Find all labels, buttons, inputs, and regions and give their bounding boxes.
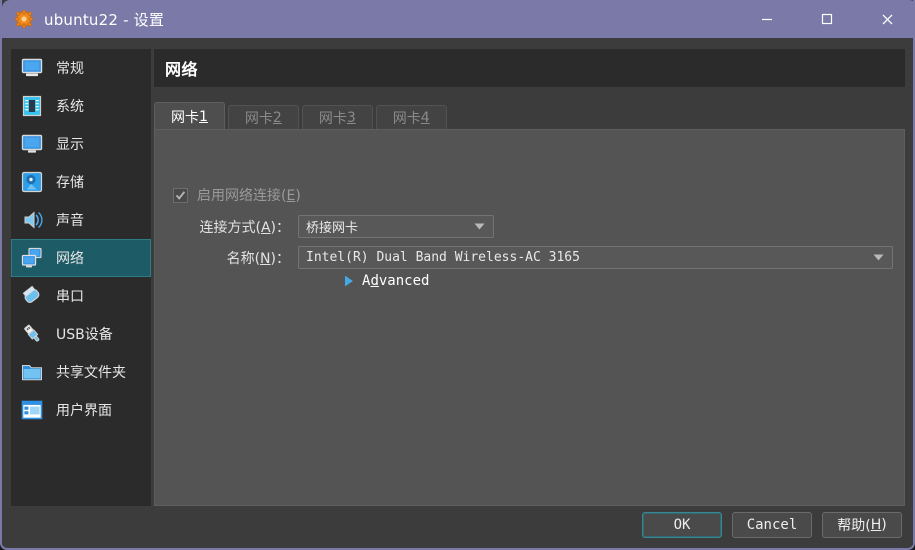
sidebar-item-label: 网络 [56, 251, 84, 267]
window-title: ubuntu22 - 设置 [44, 10, 165, 29]
attached-to-combobox[interactable]: 桥接网卡 [298, 215, 494, 238]
sidebar-item-label: 系统 [56, 99, 84, 115]
enable-network-checkbox[interactable] [173, 187, 188, 203]
sidebar-item-label: 常规 [56, 61, 84, 77]
tab-adapter-2[interactable]: 网卡 2 [227, 105, 299, 130]
sidebar-item-serialports[interactable]: 串口 [11, 277, 151, 315]
maximize-button[interactable] [797, 0, 857, 38]
sidebar-item-label: 显示 [56, 137, 84, 153]
attached-to-value: 桥接网卡 [306, 221, 359, 236]
page-header: 网络 [154, 49, 905, 87]
harddisk-icon [19, 169, 45, 195]
advanced-label: Advanced [362, 273, 430, 289]
tab-adapter-4[interactable]: 网卡 4 [375, 105, 447, 130]
chevron-down-icon [474, 216, 485, 237]
dialog-body: 常规 系统 显示 存储 声音 网络 串口 USB设备 共享文件夹 用户界面 网络… [2, 38, 913, 546]
sidebar-item-usb[interactable]: USB设备 [11, 315, 151, 353]
enable-network-mnemonic: E [286, 188, 296, 204]
help-button[interactable]: 帮助(H) [822, 512, 902, 538]
settings-window: ubuntu22 - 设置 常规 系统 显示 存储 声音 网络 串口 USB设备… [0, 0, 915, 550]
attached-to-row: 连接方式(A)： 桥接网卡 [155, 215, 906, 238]
monitor-icon [19, 55, 45, 81]
sidebar-item-userinterface[interactable]: 用户界面 [11, 391, 151, 429]
minimize-button[interactable] [737, 0, 797, 38]
advanced-mnemonic: d [370, 273, 379, 289]
sidebar-item-general[interactable]: 常规 [11, 49, 151, 87]
tab-label: 网卡 [318, 111, 347, 127]
network-icon [19, 245, 45, 271]
adapter-form: 连接方式(A)： 桥接网卡 名称(N)： Intel(R) Dual Band … [155, 215, 906, 277]
sidebar-item-storage[interactable]: 存储 [11, 163, 151, 201]
tab-mnemonic: 3 [346, 110, 356, 126]
adapter-tabstrip: 网卡 1 网卡 2 网卡 3 网卡 4 [154, 102, 450, 130]
dialog-footer: OK Cancel 帮助(H) [2, 504, 913, 546]
sidebar-item-label: 共享文件夹 [56, 365, 126, 381]
ok-button[interactable]: OK [642, 512, 722, 538]
sidebar-item-audio[interactable]: 声音 [11, 201, 151, 239]
sidebar-item-label: 用户界面 [56, 403, 112, 419]
sidebar-item-label: USB设备 [56, 327, 113, 343]
display-icon [19, 131, 45, 157]
adapter-name-mnemonic: N [260, 250, 271, 267]
tab-adapter-3[interactable]: 网卡 3 [301, 105, 373, 130]
usb-icon [19, 321, 45, 347]
speaker-icon [19, 207, 45, 233]
minimize-icon [762, 18, 772, 21]
tab-label: 网卡 [392, 111, 421, 127]
close-button[interactable] [857, 0, 913, 38]
adapter-name-combobox[interactable]: Intel(R) Dual Band Wireless-AC 3165 [298, 246, 893, 269]
serialport-icon [19, 283, 45, 309]
chip-icon [19, 93, 45, 119]
tab-label: 网卡 [244, 111, 273, 127]
tab-mnemonic: 1 [199, 108, 208, 125]
close-icon [882, 14, 892, 24]
settings-sidebar: 常规 系统 显示 存储 声音 网络 串口 USB设备 共享文件夹 用户界面 [11, 49, 151, 506]
cancel-button[interactable]: Cancel [732, 512, 812, 538]
sidebar-item-display[interactable]: 显示 [11, 125, 151, 163]
settings-main-pane: 网络 网卡 1 网卡 2 网卡 3 网卡 4 启用网络连接(E) 连接方式(A)… [154, 49, 905, 506]
title-bar[interactable]: ubuntu22 - 设置 [2, 0, 913, 38]
sidebar-item-label: 声音 [56, 213, 84, 229]
folder-icon [19, 359, 45, 385]
triangle-right-icon [343, 275, 355, 287]
enable-network-label: 启用网络连接(E) [197, 188, 301, 204]
adapter-panel: 启用网络连接(E) 连接方式(A)： 桥接网卡 名称(N)： Intel(R) … [154, 129, 905, 506]
advanced-expander[interactable]: Advanced [343, 273, 429, 289]
tab-mnemonic: 4 [420, 110, 430, 126]
adapter-name-label: 名称(N)： [226, 250, 290, 267]
tab-label: 网卡 [171, 109, 199, 126]
attached-to-label: 连接方式(A)： [199, 219, 290, 236]
gear-icon [15, 10, 33, 28]
sidebar-item-network[interactable]: 网络 [11, 239, 151, 277]
adapter-name-value: Intel(R) Dual Band Wireless-AC 3165 [306, 250, 580, 265]
window-controls [737, 0, 913, 38]
tab-adapter-1[interactable]: 网卡 1 [154, 102, 225, 130]
sidebar-item-system[interactable]: 系统 [11, 87, 151, 125]
attached-to-mnemonic: A [260, 219, 271, 236]
enable-network-row[interactable]: 启用网络连接(E) [173, 185, 301, 205]
checkmark-icon [175, 190, 186, 200]
tab-mnemonic: 2 [272, 110, 282, 126]
help-mnemonic: H [870, 517, 882, 533]
interface-icon [19, 397, 45, 423]
adapter-name-row: 名称(N)： Intel(R) Dual Band Wireless-AC 31… [155, 246, 906, 269]
sidebar-item-sharedfolders[interactable]: 共享文件夹 [11, 353, 151, 391]
sidebar-item-label: 串口 [56, 289, 84, 305]
maximize-icon [821, 13, 833, 25]
chevron-down-icon [873, 247, 884, 268]
sidebar-item-label: 存储 [56, 175, 84, 191]
page-title: 网络 [165, 60, 199, 79]
